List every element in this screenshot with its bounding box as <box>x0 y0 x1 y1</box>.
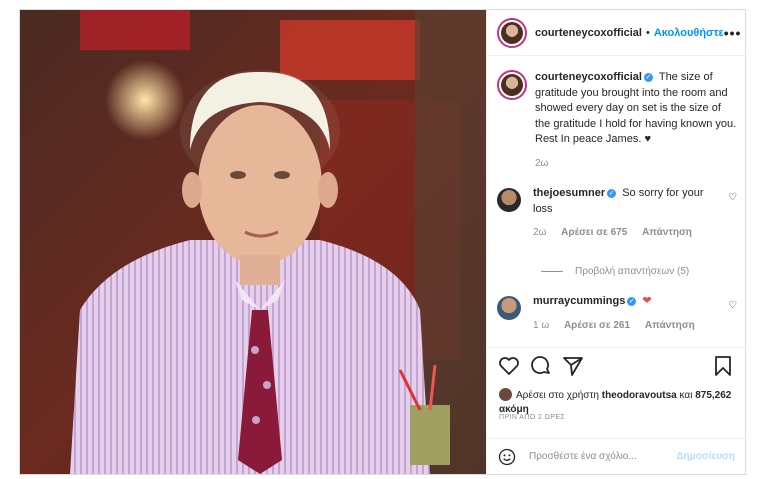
comment-age[interactable]: 2ω <box>533 227 546 238</box>
follow-button[interactable]: Ακολουθήστε <box>654 27 724 39</box>
comment-text: ❤ <box>642 295 652 307</box>
liker-avatar[interactable] <box>499 388 512 401</box>
emoji-smiley-icon[interactable] <box>497 447 517 467</box>
view-replies[interactable]: Προβολή απαντήσεων (5) <box>541 266 689 277</box>
comment-avatar[interactable] <box>497 188 521 212</box>
comment-username[interactable]: thejoesumner <box>533 187 605 199</box>
instagram-post: courteneycoxofficial • Ακολουθήστε ••• c… <box>19 9 746 475</box>
photo-illustration <box>20 10 486 474</box>
like-comment-heart-icon[interactable]: ♡ <box>728 300 737 311</box>
verified-badge-icon: ✓ <box>627 297 637 306</box>
avatar-image <box>501 74 523 96</box>
comment-avatar[interactable] <box>497 296 521 320</box>
post-caption: courteneycoxofficial ✓ The size of gratit… <box>497 70 737 169</box>
comment-likes[interactable]: Αρέσει σε 261 <box>564 320 630 331</box>
share-paper-plane-icon[interactable] <box>561 354 585 378</box>
like-heart-icon[interactable] <box>497 354 521 378</box>
post-sidebar: courteneycoxofficial • Ακολουθήστε ••• c… <box>486 10 745 474</box>
caption-text-block: courteneycoxofficial ✓ The size of gratit… <box>535 70 737 148</box>
caption-meta: 2ω <box>535 158 737 169</box>
comment-text-block: murraycummings ✓ ❤ <box>533 294 721 310</box>
header-separator: • <box>645 26 650 39</box>
more-options-icon[interactable]: ••• <box>724 25 742 41</box>
post-photo[interactable] <box>20 10 486 474</box>
view-replies-label[interactable]: Προβολή απαντήσεων (5) <box>575 266 689 277</box>
liker-username[interactable]: theodoravoutsa <box>602 390 677 401</box>
save-bookmark-icon[interactable] <box>711 354 735 378</box>
comment-age[interactable]: 1 ω <box>533 320 549 331</box>
caption-avatar[interactable] <box>497 70 527 100</box>
likes-prefix: Αρέσει στο χρήστη <box>516 390 599 401</box>
likes-summary: Αρέσει στο χρήστη theodoravoutsa και 875… <box>499 388 734 417</box>
action-bar <box>487 347 745 383</box>
comment-item: murraycummings ✓ ❤ 1 ω Αρέσει σε 261 Απάν… <box>497 294 737 331</box>
header-username[interactable]: courteneycoxofficial <box>535 27 642 39</box>
caption-username[interactable]: courteneycoxofficial <box>535 71 642 83</box>
comment-item: thejoesumner ✓ So sorry for your loss 2ω … <box>497 186 737 238</box>
likes-and: και <box>679 390 693 401</box>
post-header: courteneycoxofficial • Ακολουθήστε ••• <box>487 10 745 56</box>
comment-bubble-icon[interactable] <box>529 354 553 378</box>
comments-thread[interactable]: courteneycoxofficial ✓ The size of gratit… <box>487 56 745 346</box>
like-comment-heart-icon[interactable]: ♡ <box>728 192 737 203</box>
comment-username[interactable]: murraycummings <box>533 295 625 307</box>
comment-meta: 2ω Αρέσει σε 675 Απάντηση <box>533 227 721 238</box>
post-comment-button[interactable]: Δημοσίευση <box>676 451 735 462</box>
reply-button[interactable]: Απάντηση <box>642 227 692 238</box>
replies-divider <box>541 271 563 272</box>
comment-text-block: thejoesumner ✓ So sorry for your loss <box>533 186 721 217</box>
post-timestamp[interactable]: ΠΡΙΝ ΑΠΟ 2 ΩΡΕΣ <box>499 414 565 421</box>
add-comment-bar: Δημοσίευση <box>487 438 745 474</box>
verified-badge-icon: ✓ <box>643 73 653 82</box>
comment-input[interactable] <box>529 451 677 462</box>
verified-badge-icon: ✓ <box>607 189 617 198</box>
reply-button[interactable]: Απάντηση <box>645 320 695 331</box>
author-avatar[interactable] <box>497 17 527 48</box>
avatar-image <box>501 21 523 44</box>
comment-likes[interactable]: Αρέσει σε 675 <box>561 227 627 238</box>
comment-meta: 1 ω Αρέσει σε 261 Απάντηση <box>533 320 721 331</box>
caption-age[interactable]: 2ω <box>535 158 548 169</box>
